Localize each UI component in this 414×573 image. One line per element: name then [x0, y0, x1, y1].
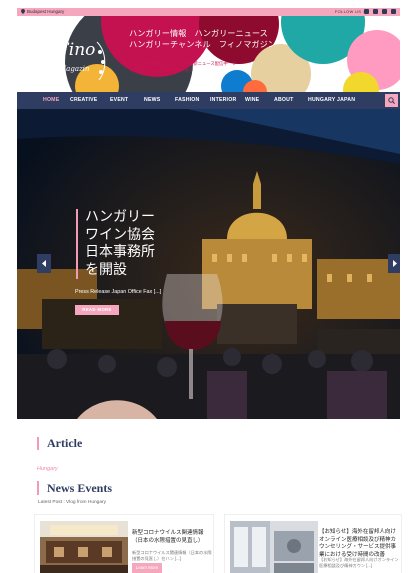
hero-title-line: ワイン協会 — [85, 226, 155, 243]
twitter-icon[interactable] — [373, 9, 378, 14]
news-card-excerpt: 【お知らせ】海外在留邦人向けオンライン医療相談及び精神カウン [...] — [319, 557, 399, 568]
search-icon — [388, 97, 395, 104]
logo-text: Fino — [57, 40, 96, 60]
latest-post-label: Latest Post : Vlog from Hungary — [38, 500, 106, 505]
hero-title-line: 日本事務所 — [85, 244, 155, 260]
slider-next-button[interactable] — [388, 254, 400, 273]
hero-subtitle: Press Release Japan Office Fax [...] — [75, 289, 162, 295]
nav-item-about[interactable]: ABOUT — [274, 92, 293, 109]
site-logo[interactable]: Fino Magazin — [47, 32, 109, 92]
nav-item-creative[interactable]: CREATIVE — [70, 92, 97, 109]
nav-item-hungary-japan[interactable]: HUNGARY JAPAN — [308, 92, 355, 109]
news-card-title[interactable]: 新型コロナウイルス関連情報（日本の水際措置の見直し） — [132, 530, 212, 545]
location-text: Budapest Hungary — [27, 9, 65, 14]
search-button[interactable] — [385, 94, 398, 107]
location: Budapest Hungary — [21, 8, 64, 16]
main-nav: HOME CREATIVE EVENT NEWS FASHION INTERIO… — [17, 92, 400, 109]
hero-title-line: を開設 — [85, 261, 127, 278]
facebook-icon[interactable] — [364, 9, 369, 14]
youtube-icon[interactable] — [391, 9, 396, 14]
chevron-right-icon — [393, 260, 397, 267]
follow-label: FOLLOW US : — [334, 9, 364, 14]
nav-item-interior[interactable]: INTERIOR — [210, 92, 236, 109]
hero-image-budapest-castle — [17, 109, 400, 419]
hero-title-line: ハンガリー — [85, 209, 155, 225]
social-links — [364, 9, 396, 15]
learn-more-button[interactable]: Learn More — [132, 563, 162, 573]
logo-subtext: Magazin — [59, 65, 90, 73]
instagram-icon[interactable] — [382, 9, 387, 14]
news-card-thumbnail[interactable] — [230, 521, 318, 573]
news-card[interactable]: 新型コロナウイルス関連情報（日本の水際措置の見直し） 新型コロナウイルス関連情報… — [34, 514, 214, 573]
news-card-thumbnail[interactable] — [40, 521, 128, 573]
hero-slider[interactable]: ハンガリー ワイン協会 日本事務所 を開設 Press Release Japa… — [17, 109, 400, 419]
location-pin-icon — [21, 9, 25, 14]
news-card-excerpt: 新型コロナウイルス関連情報（日本の水際措置の見直し）在ハン [...] — [132, 550, 212, 561]
news-card-title[interactable]: 【お知らせ】海外在留邦人向けオンライン医療相談及び精神カウンセリング・サービス提… — [319, 529, 399, 559]
news-thumbnail-image — [230, 521, 318, 573]
hero-title[interactable]: ハンガリー ワイン協会 日本事務所 を開設 — [76, 209, 155, 279]
site-description: ハンガリー情報誌 ハンガリー最新ニュース配信中 フィノマガジン アンバサダーオン — [129, 61, 237, 73]
nav-item-wine[interactable]: WINE — [245, 92, 259, 109]
site-title[interactable]: ハンガリー情報 ハンガリーニュース ハンガリーチャンネル フィノマガジン — [129, 28, 279, 50]
nav-item-news[interactable]: NEWS — [144, 92, 160, 109]
section-heading-article: Article — [37, 437, 82, 450]
slider-prev-button[interactable] — [37, 254, 51, 273]
top-bar: Budapest Hungary FOLLOW US : — [17, 8, 400, 16]
news-card[interactable]: 【お知らせ】海外在留邦人向けオンライン医療相談及び精神カウンセリング・サービス提… — [224, 514, 402, 573]
site-header: Fino Magazin ハンガリー情報 ハンガリーニュース ハンガリーチャンネ… — [17, 16, 400, 92]
news-thumbnail-image — [40, 521, 128, 573]
nav-item-event[interactable]: EVENT — [110, 92, 128, 109]
nav-item-home[interactable]: HOME — [43, 92, 59, 109]
chevron-left-icon — [42, 260, 46, 267]
read-more-button[interactable]: READ MORE — [75, 305, 119, 315]
section-heading-news-events: News Events — [37, 481, 112, 495]
nav-item-fashion[interactable]: FASHION — [175, 92, 199, 109]
category-label[interactable]: Hungary — [37, 466, 58, 472]
